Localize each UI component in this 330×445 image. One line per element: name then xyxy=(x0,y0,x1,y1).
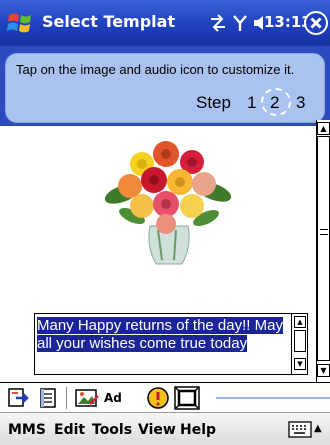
template-canvas: Many Happy returns of the day!! May all … xyxy=(0,126,316,382)
windows-start-icon[interactable] xyxy=(6,9,34,37)
message-scroll-up-button[interactable]: ▲ xyxy=(294,316,306,328)
main-scrollbar[interactable]: ▲ ▼ xyxy=(316,120,330,382)
menu-view[interactable]: View xyxy=(138,422,176,438)
menu-mms[interactable]: MMS xyxy=(8,422,46,438)
close-icon xyxy=(306,13,326,33)
step-2[interactable]: 2 xyxy=(270,93,279,113)
title-bar: Select Templat 13:13 xyxy=(0,0,330,46)
step-1[interactable]: 1 xyxy=(247,93,256,113)
connectivity-icon[interactable] xyxy=(208,12,228,34)
toolbar-divider xyxy=(66,387,67,409)
instruction-panel: Tap on the image and audio icon to custo… xyxy=(0,46,330,126)
message-scroll-thumb[interactable] xyxy=(294,330,306,352)
message-scroll-down-button[interactable]: ▼ xyxy=(294,358,306,370)
keyboard-icon[interactable] xyxy=(288,420,312,439)
signal-icon[interactable] xyxy=(232,12,248,34)
alert-icon[interactable] xyxy=(146,386,170,410)
page-icon[interactable] xyxy=(36,386,60,410)
menu-edit[interactable]: Edit xyxy=(54,422,85,438)
menu-help[interactable]: Help xyxy=(180,422,216,438)
scroll-thumb[interactable] xyxy=(317,136,330,361)
toolbar: Ad xyxy=(0,382,330,412)
close-button[interactable] xyxy=(304,11,328,35)
flower-bouquet-image[interactable] xyxy=(102,134,234,268)
input-panel-arrow-icon[interactable]: ▲ xyxy=(314,420,326,438)
step-label: Step xyxy=(196,93,231,112)
scroll-up-button[interactable]: ▲ xyxy=(317,122,330,135)
message-text[interactable]: Many Happy returns of the day!! May all … xyxy=(37,317,289,353)
image-icon[interactable] xyxy=(74,386,100,410)
menu-tools[interactable]: Tools xyxy=(92,422,132,438)
frame-icon[interactable] xyxy=(174,386,200,410)
message-scrollbar[interactable]: ▲ ▼ xyxy=(291,314,307,374)
message-selected-text: Many Happy returns of the day!! May all … xyxy=(37,317,283,352)
scroll-grip-icon xyxy=(320,229,328,235)
window-title: Select Templat xyxy=(42,12,176,31)
step-3[interactable]: 3 xyxy=(296,93,305,113)
scroll-down-button[interactable]: ▼ xyxy=(317,364,330,377)
template-icon[interactable] xyxy=(6,386,30,410)
instruction-box: Tap on the image and audio icon to custo… xyxy=(5,53,325,123)
message-textbox[interactable]: Many Happy returns of the day!! May all … xyxy=(34,313,308,375)
toolbar-separator-line xyxy=(216,397,330,399)
menu-bar: MMS Edit Tools View Help ▲ xyxy=(0,412,330,445)
instruction-text: Tap on the image and audio icon to custo… xyxy=(16,62,295,77)
